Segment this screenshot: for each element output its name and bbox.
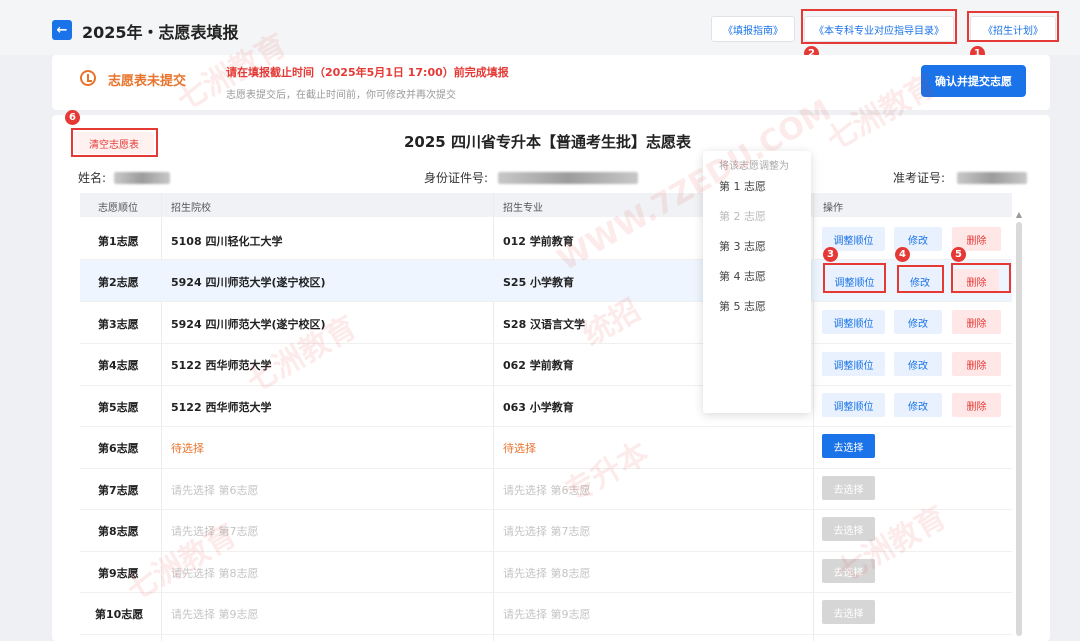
select-button-disabled[interactable]: 去选择	[822, 476, 875, 500]
row-school: 请先选择 第9志愿	[171, 608, 259, 621]
reorder-dropdown: 将该志愿调整为 第 1 志愿 第 2 志愿 第 3 志愿 第 4 志愿 第 5 …	[703, 151, 811, 413]
badge-6: 6	[65, 110, 80, 125]
notice-bar: 志愿表未提交 请在填报截止时间（2025年5月1日 17:00）前完成填报 志愿…	[52, 55, 1050, 110]
select-button-disabled[interactable]: 去选择	[822, 517, 875, 541]
row-rank: 第5志愿	[98, 401, 139, 414]
clock-icon	[80, 70, 96, 86]
edit-button[interactable]: 修改	[894, 352, 942, 376]
row-major: 012 学前教育	[503, 235, 574, 248]
submit-button[interactable]: 确认并提交志愿	[921, 65, 1026, 97]
delete-button[interactable]: 删除	[952, 393, 1001, 417]
row-rank: 第1志愿	[98, 235, 139, 248]
row-rank: 第2志愿	[98, 276, 139, 289]
row-school: 5924 四川师范大学(遂宁校区)	[171, 276, 326, 289]
arrow-left-icon[interactable]: ←	[52, 20, 72, 40]
row-major: 请先选择 第8志愿	[503, 567, 591, 580]
row-major: 062 学前教育	[503, 359, 574, 372]
row-rank: 第3志愿	[98, 318, 139, 331]
row-major: 请先选择 第9志愿	[503, 608, 591, 621]
row-school: 5122 西华师范大学	[171, 401, 272, 414]
dropdown-item[interactable]: 第 3 志愿	[719, 238, 766, 254]
deadline-text: 请在填报截止时间（2025年5月1日 17:00）前完成填报	[226, 66, 509, 79]
header-rank: 志愿顺位	[98, 203, 138, 214]
header-major: 招生专业	[503, 203, 543, 214]
enrollment-plan-link[interactable]: 《招生计划》	[970, 16, 1056, 42]
clear-button[interactable]: 清空志愿表	[74, 132, 154, 154]
row-school: 5108 四川轻化工大学	[171, 235, 283, 248]
row-school: 请先选择 第6志愿	[171, 484, 259, 497]
adjust-button[interactable]: 调整顺位	[826, 269, 883, 293]
row-school: 请先选择 第7志愿	[171, 525, 259, 538]
select-button-disabled[interactable]: 去选择	[822, 559, 875, 583]
adjust-button[interactable]: 调整顺位	[822, 393, 885, 417]
row-school: 待选择	[171, 442, 204, 455]
badge-5: 5	[951, 247, 966, 262]
row-major: 063 小学教育	[503, 401, 574, 414]
scrollbar[interactable]	[1016, 222, 1022, 636]
scroll-up-icon[interactable]: ▲	[1014, 210, 1024, 220]
id-value	[498, 172, 638, 184]
row-major: S25 小学教育	[503, 276, 575, 289]
row-rank: 第7志愿	[98, 484, 139, 497]
ticket-label: 准考证号:	[893, 171, 946, 185]
row-rank: 第4志愿	[98, 359, 139, 372]
row-major: 请先选择 第7志愿	[503, 525, 591, 538]
adjust-button[interactable]: 调整顺位	[822, 352, 885, 376]
table-header	[80, 193, 1012, 217]
guide-link[interactable]: 《填报指南》	[711, 16, 795, 42]
row-rank: 第8志愿	[98, 525, 139, 538]
row-school: 5122 西华师范大学	[171, 359, 272, 372]
row-school: 5924 四川师范大学(遂宁校区)	[171, 318, 326, 331]
edit-button[interactable]: 修改	[894, 393, 942, 417]
row-major: S28 汉语言文学	[503, 318, 586, 331]
major-catalog-link[interactable]: 《本专科专业对应指导目录》	[804, 16, 954, 42]
header-actions: 操作	[823, 203, 843, 214]
row-major: 待选择	[503, 442, 536, 455]
edit-button[interactable]: 修改	[894, 310, 942, 334]
delete-button[interactable]: 删除	[954, 269, 999, 293]
delete-button[interactable]: 删除	[952, 352, 1001, 376]
row-rank: 第10志愿	[95, 608, 144, 621]
header-school: 招生院校	[171, 203, 211, 214]
dropdown-title: 将该志愿调整为	[719, 161, 789, 172]
dropdown-item[interactable]: 第 1 志愿	[719, 178, 766, 194]
select-button-disabled[interactable]: 去选择	[822, 600, 875, 624]
select-button[interactable]: 去选择	[822, 434, 875, 458]
page-title: 2025年・志愿表填报	[82, 23, 239, 42]
badge-4: 4	[895, 247, 910, 262]
dropdown-item-current: 第 2 志愿	[719, 210, 766, 223]
name-value	[114, 172, 170, 184]
deadline-subtext: 志愿表提交后，在截止时间前，你可修改并再次提交	[226, 90, 456, 101]
ticket-value	[957, 172, 1027, 184]
name-label: 姓名:	[78, 171, 107, 185]
dropdown-item[interactable]: 第 5 志愿	[719, 298, 766, 314]
table-title: 2025 四川省专升本【普通考生批】志愿表	[404, 133, 691, 151]
badge-3: 3	[823, 247, 838, 262]
row-major: 请先选择 第6志愿	[503, 484, 591, 497]
row-rank: 第6志愿	[98, 442, 139, 455]
id-label: 身份证件号:	[424, 171, 489, 185]
adjust-button[interactable]: 调整顺位	[822, 310, 885, 334]
row-school: 请先选择 第8志愿	[171, 567, 259, 580]
edit-button[interactable]: 修改	[899, 269, 941, 293]
delete-button[interactable]: 删除	[952, 310, 1001, 334]
status-text: 志愿表未提交	[108, 74, 187, 89]
dropdown-item[interactable]: 第 4 志愿	[719, 268, 766, 284]
row-rank: 第9志愿	[98, 567, 139, 580]
